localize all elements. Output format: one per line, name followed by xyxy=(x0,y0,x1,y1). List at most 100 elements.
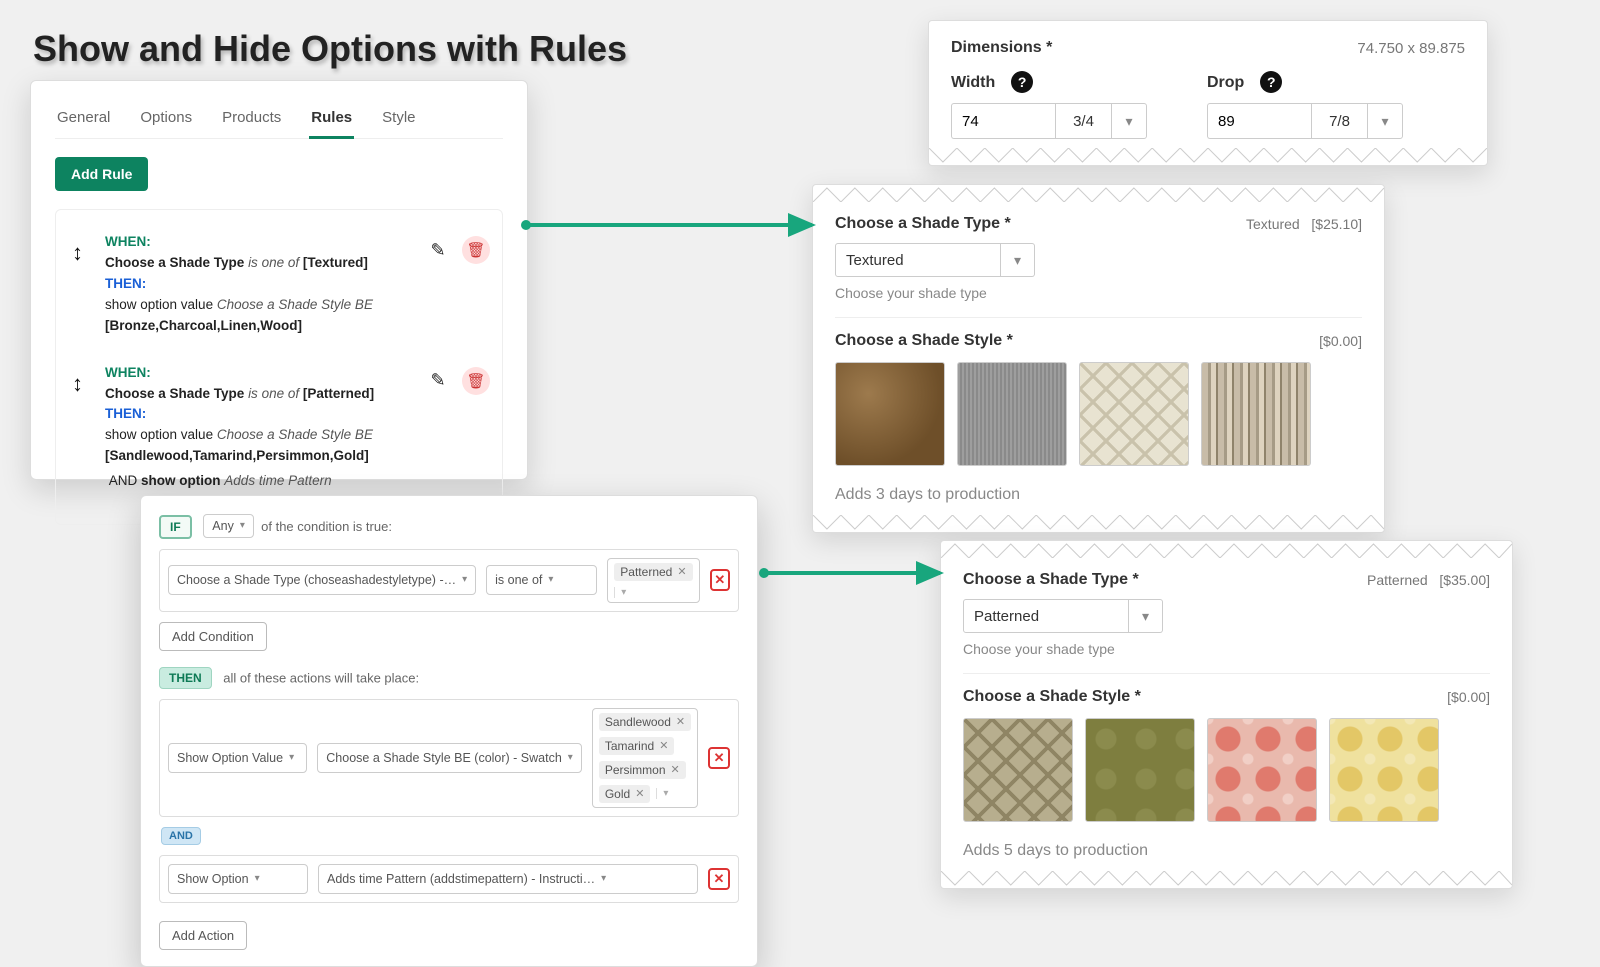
rule-condition-values: [Patterned] xyxy=(303,386,374,401)
tab-rules[interactable]: Rules xyxy=(309,103,354,139)
width-fraction-dropdown[interactable]: ▾ xyxy=(1111,103,1147,139)
then-keyword: THEN: xyxy=(105,406,146,421)
rule-item: ↕ WHEN: Choose a Shade Type is one of [P… xyxy=(68,355,490,511)
shade-type-label: Choose a Shade Type * xyxy=(963,571,1139,589)
any-all-select[interactable]: Any▾ xyxy=(203,514,254,538)
drop-field: Drop ? 7/8 ▾ xyxy=(1207,71,1403,139)
rule-action2-target: Adds time Pattern xyxy=(224,473,331,488)
production-note: Adds 5 days to production xyxy=(963,842,1490,860)
chevron-down-icon[interactable]: ▾ xyxy=(656,788,668,799)
then-keyword: THEN: xyxy=(105,276,146,291)
trash-icon[interactable]: 🗑 xyxy=(462,236,490,264)
shade-style-price: [$0.00] xyxy=(1447,689,1490,705)
trash-icon[interactable]: 🗑 xyxy=(462,367,490,395)
width-field: Width ? 3/4 ▾ xyxy=(951,71,1147,139)
tag-gold[interactable]: Gold✕ xyxy=(599,785,651,803)
add-rule-button[interactable]: Add Rule xyxy=(55,157,148,191)
swatch-sandlewood[interactable] xyxy=(963,718,1073,822)
swatch-linen[interactable] xyxy=(1079,362,1189,466)
action-row: Show Option Value▾ Choose a Shade Style … xyxy=(159,699,739,817)
torn-edge-icon xyxy=(941,540,1512,558)
shade-type-value: Textured xyxy=(835,243,1001,277)
drag-handle-icon[interactable]: ↕ xyxy=(68,232,87,274)
tab-options[interactable]: Options xyxy=(138,103,194,138)
edit-icon[interactable]: ✎ xyxy=(424,367,452,395)
tag-tamarind[interactable]: Tamarind✕ xyxy=(599,737,675,755)
help-icon[interactable]: ? xyxy=(1011,71,1033,93)
delete-action-icon[interactable]: ✕ xyxy=(708,747,730,769)
and-keyword: AND xyxy=(109,473,138,488)
action2-type-select[interactable]: Show Option▾ xyxy=(168,864,308,894)
rule-condition-field: Choose a Shade Type xyxy=(105,255,244,270)
tag-remove-icon[interactable]: ✕ xyxy=(659,739,668,752)
action-field-select[interactable]: Choose a Shade Style BE (color) - Swatch… xyxy=(317,743,582,773)
when-keyword: WHEN: xyxy=(105,234,151,249)
shade-type-value: Patterned xyxy=(963,599,1129,633)
when-keyword: WHEN: xyxy=(105,365,151,380)
swatch-tamarind[interactable] xyxy=(1085,718,1195,822)
shade-preview-textured: Choose a Shade Type * Textured [$25.10] … xyxy=(812,184,1385,533)
drag-handle-icon[interactable]: ↕ xyxy=(68,363,87,405)
torn-edge-icon xyxy=(941,871,1512,889)
tag-patterned[interactable]: Patterned✕ xyxy=(614,563,692,581)
swatch-gold[interactable] xyxy=(1329,718,1439,822)
tag-remove-icon[interactable]: ✕ xyxy=(676,715,685,728)
shade-preview-patterned: Choose a Shade Type * Patterned [$35.00]… xyxy=(940,540,1513,889)
tag-remove-icon[interactable]: ✕ xyxy=(671,763,680,776)
shade-style-label: Choose a Shade Style * xyxy=(963,688,1141,706)
action2-field-select[interactable]: Adds time Pattern (addstimepattern) - In… xyxy=(318,864,698,894)
rule-condition-verb: is one of xyxy=(248,255,303,270)
width-input[interactable] xyxy=(951,103,1055,139)
swatch-bronze[interactable] xyxy=(835,362,945,466)
tag-sandlewood[interactable]: Sandlewood✕ xyxy=(599,713,691,731)
delete-action-icon[interactable]: ✕ xyxy=(708,868,730,890)
shade-type-select[interactable]: Textured ▾ xyxy=(835,243,1035,277)
shade-type-select[interactable]: Patterned ▾ xyxy=(963,599,1163,633)
tag-persimmon[interactable]: Persimmon✕ xyxy=(599,761,686,779)
swatch-list xyxy=(835,362,1362,466)
action-type-select[interactable]: Show Option Value▾ xyxy=(168,743,307,773)
drop-input[interactable] xyxy=(1207,103,1311,139)
rule-condition-values: [Textured] xyxy=(303,255,368,270)
width-fraction: 3/4 xyxy=(1055,103,1111,139)
shade-type-hint: Choose your shade type xyxy=(963,641,1490,657)
shade-type-hint: Choose your shade type xyxy=(835,285,1362,301)
condition-operator-select[interactable]: is one of▾ xyxy=(486,565,597,595)
rule-actions: ✎ 🗑 xyxy=(424,363,490,395)
shade-type-summary: Textured [$25.10] xyxy=(1246,216,1362,232)
rules-admin-card: General Options Products Rules Style Add… xyxy=(30,80,528,480)
delete-condition-icon[interactable]: ✕ xyxy=(710,569,730,591)
rule-condition-verb: is one of xyxy=(248,386,303,401)
dimensions-preview: Dimensions * 74.750 x 89.875 Width ? 3/4… xyxy=(928,20,1488,166)
tab-style[interactable]: Style xyxy=(380,103,417,138)
if-suffix-text: of the condition is true: xyxy=(258,519,392,534)
condition-row: Choose a Shade Type (choseashadestyletyp… xyxy=(159,549,739,612)
edit-icon[interactable]: ✎ xyxy=(424,236,452,264)
tag-remove-icon[interactable]: ✕ xyxy=(635,787,644,800)
action-value-tagbox[interactable]: Sandlewood✕ Tamarind✕ Persimmon✕ Gold✕ ▾ xyxy=(592,708,698,808)
add-condition-button[interactable]: Add Condition xyxy=(159,622,267,651)
production-note: Adds 3 days to production xyxy=(835,486,1362,504)
chevron-down-icon[interactable]: ▾ xyxy=(1129,599,1163,633)
tag-remove-icon[interactable]: ✕ xyxy=(677,565,686,578)
drop-fraction-dropdown[interactable]: ▾ xyxy=(1367,103,1403,139)
swatch-persimmon[interactable] xyxy=(1207,718,1317,822)
add-action-button[interactable]: Add Action xyxy=(159,921,247,950)
tab-products[interactable]: Products xyxy=(220,103,283,138)
if-chip: IF xyxy=(159,515,192,539)
then-chip: THEN xyxy=(159,667,212,689)
chevron-down-icon[interactable]: ▾ xyxy=(614,587,626,598)
and-chip: AND xyxy=(161,827,201,845)
rule-action-target: Choose a Shade Style BE xyxy=(217,427,373,442)
torn-edge-icon xyxy=(813,184,1384,202)
swatch-wood[interactable] xyxy=(1201,362,1311,466)
rule-action-values: [Sandlewood,Tamarind,Persimmon,Gold] xyxy=(105,448,369,463)
chevron-down-icon[interactable]: ▾ xyxy=(1001,243,1035,277)
condition-field-select[interactable]: Choose a Shade Type (choseashadestyletyp… xyxy=(168,565,476,595)
rule-actions: ✎ 🗑 xyxy=(424,232,490,264)
swatch-charcoal[interactable] xyxy=(957,362,1067,466)
condition-value-tagbox[interactable]: Patterned✕ ▾ xyxy=(607,558,699,603)
tab-general[interactable]: General xyxy=(55,103,112,138)
help-icon[interactable]: ? xyxy=(1260,71,1282,93)
rule-action-target: Choose a Shade Style BE xyxy=(217,297,373,312)
